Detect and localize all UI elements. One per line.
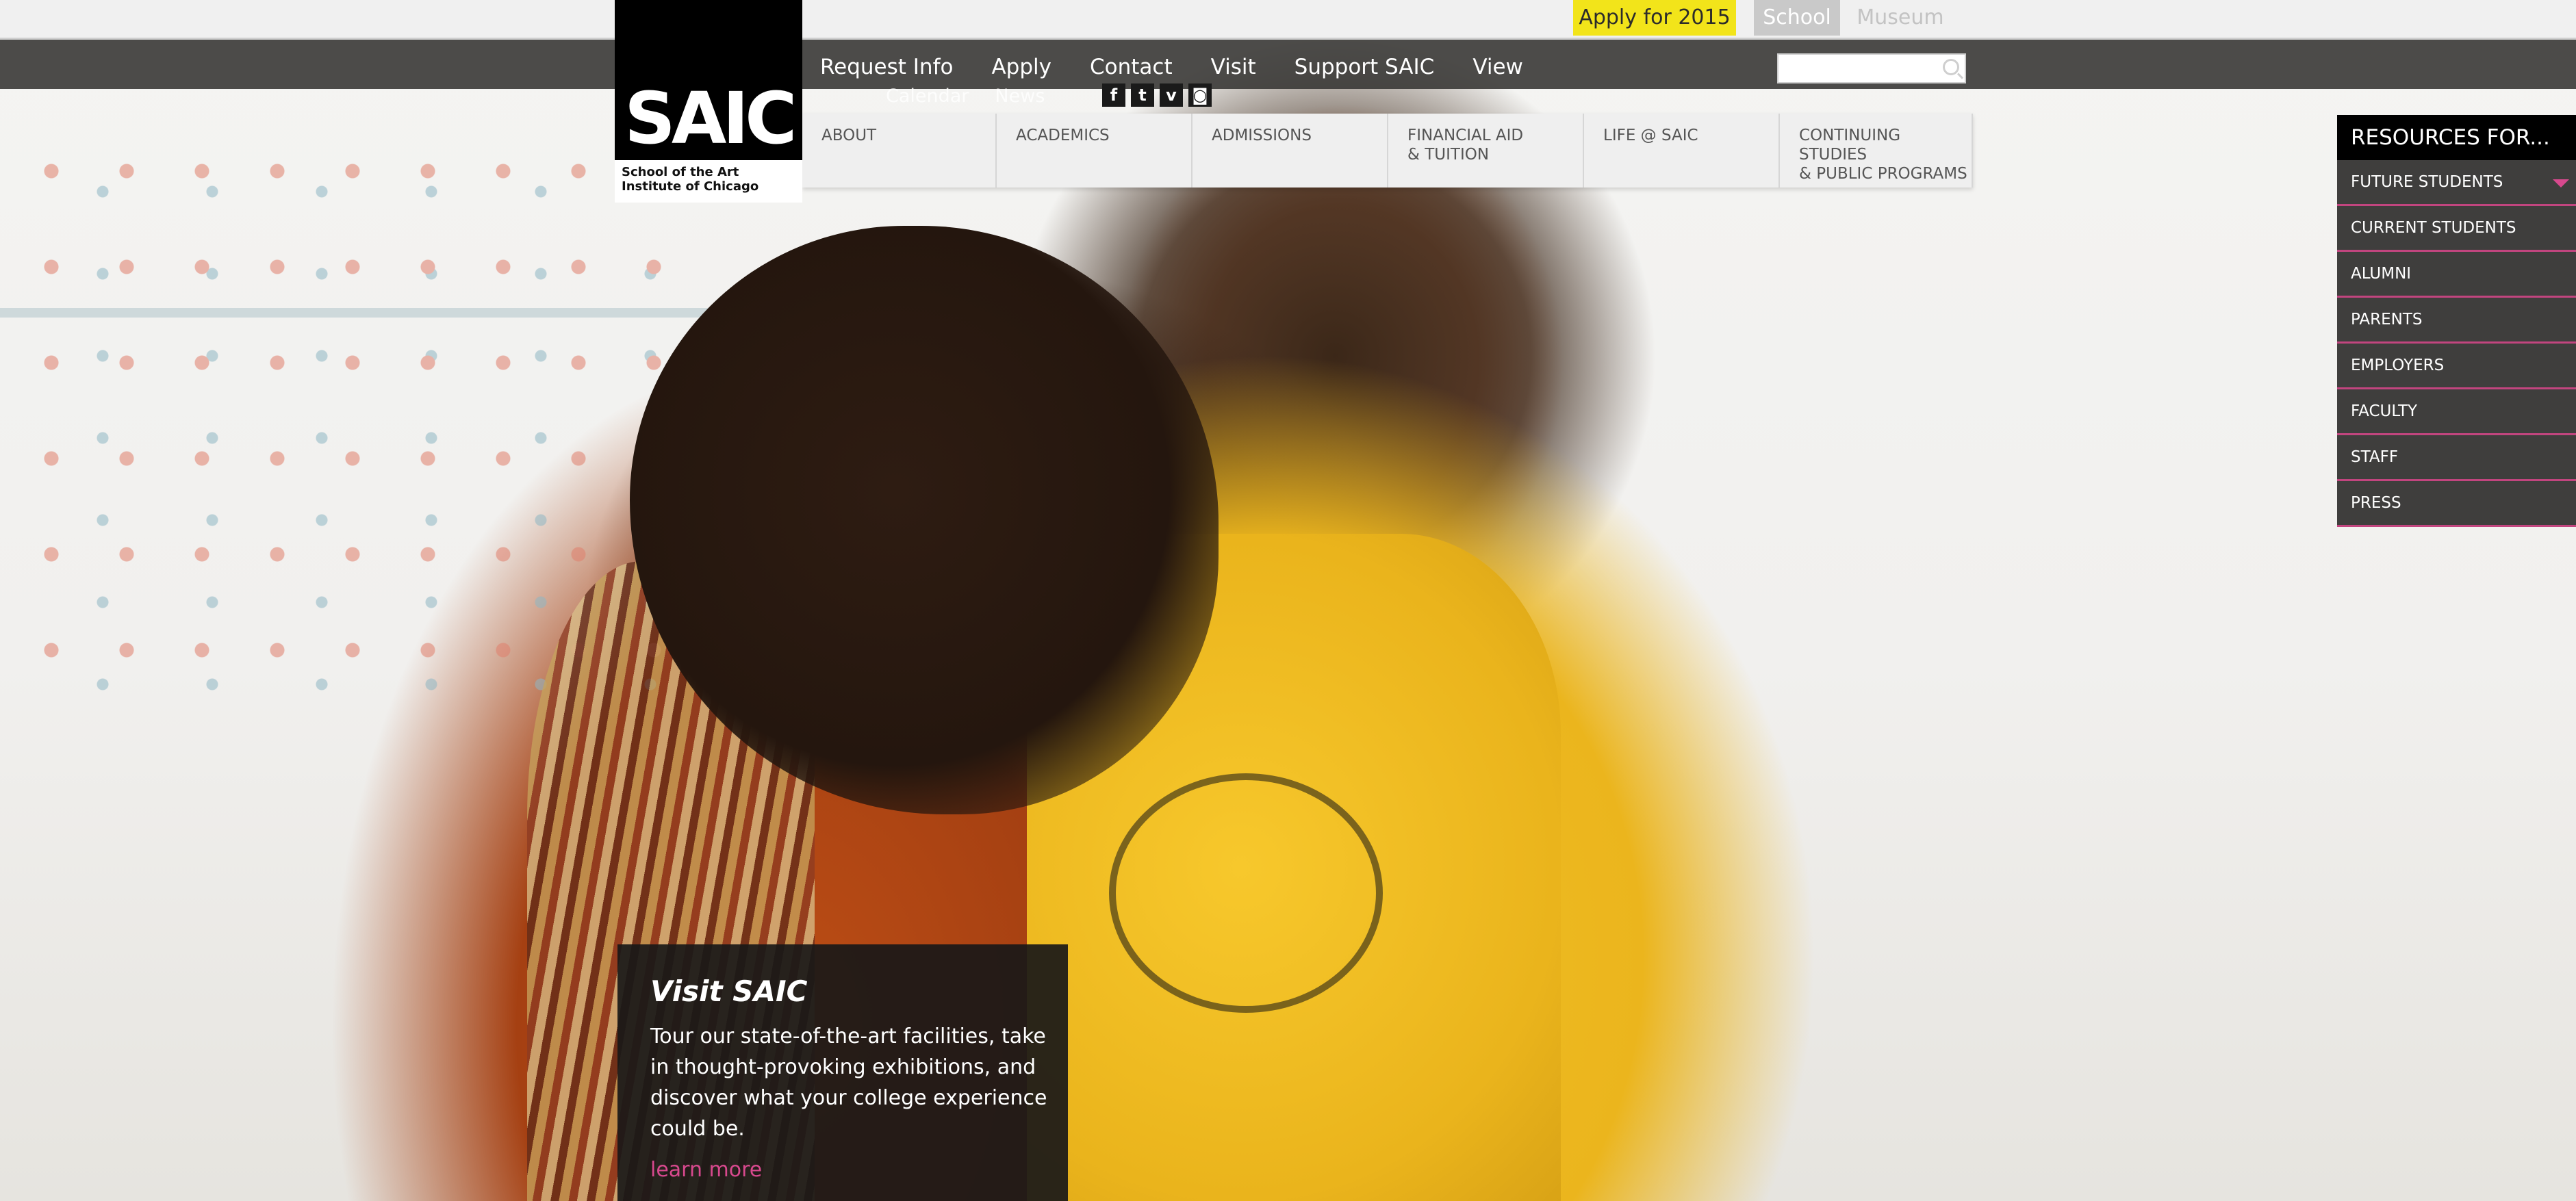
nav-request-info[interactable]: Request Info (820, 52, 953, 82)
resource-future-students[interactable]: FUTURE STUDENTS (2337, 160, 2576, 206)
resource-employers[interactable]: EMPLOYERS (2337, 344, 2576, 389)
resource-current-students[interactable]: CURRENT STUDENTS (2337, 206, 2576, 252)
caret-down-icon (2553, 179, 2569, 188)
nav-view[interactable]: View (1472, 52, 1523, 82)
resource-staff[interactable]: STAFF (2337, 435, 2576, 481)
tshirt-print (1109, 773, 1383, 1013)
resources-title: RESOURCES FOR... (2337, 115, 2576, 160)
mega-menu: ABOUT ACADEMICS ADMISSIONS FINANCIAL AID… (802, 114, 1973, 188)
nav-news[interactable]: News (995, 86, 1045, 107)
social-links: f t v ◙ (1102, 83, 1217, 107)
secondary-nav: Calendar News (886, 82, 1071, 109)
tab-museum[interactable]: Museum (1848, 0, 1952, 36)
tab-school[interactable]: School (1754, 0, 1840, 36)
menu-admissions[interactable]: ADMISSIONS (1193, 114, 1388, 188)
feature-body: Tour our state-of-the-art facilities, ta… (650, 1024, 1047, 1141)
menu-financial-aid-tuition[interactable]: FINANCIAL AID & TUITION (1388, 114, 1584, 188)
resource-faculty[interactable]: FACULTY (2337, 389, 2576, 435)
menu-academics[interactable]: ACADEMICS (997, 114, 1193, 188)
nav-apply[interactable]: Apply (991, 52, 1051, 82)
instagram-icon[interactable]: ◙ (1188, 83, 1212, 107)
search-icon[interactable] (1943, 59, 1959, 75)
facebook-icon[interactable]: f (1102, 83, 1125, 107)
utility-bar: Apply for 2015 School Museum (0, 0, 2576, 40)
nav-contact[interactable]: Contact (1090, 52, 1173, 82)
resource-parents[interactable]: PARENTS (2337, 298, 2576, 344)
saic-logo[interactable]: SAIC School of the Art Institute of Chic… (615, 0, 802, 203)
resource-label: FUTURE STUDENTS (2351, 173, 2503, 191)
resource-press[interactable]: PRESS (2337, 481, 2576, 527)
resources-panel: RESOURCES FOR... FUTURE STUDENTS CURRENT… (2337, 115, 2576, 527)
feature-title: Visit SAIC (650, 974, 808, 1008)
twitter-icon[interactable]: t (1131, 83, 1154, 107)
logo-subtitle: School of the Art Institute of Chicago (622, 165, 759, 194)
resource-alumni[interactable]: ALUMNI (2337, 252, 2576, 298)
search-input[interactable] (1777, 53, 1966, 83)
menu-about[interactable]: ABOUT (802, 114, 997, 188)
nav-visit[interactable]: Visit (1211, 52, 1256, 82)
apply-for-2015-button[interactable]: Apply for 2015 (1573, 0, 1736, 36)
vimeo-icon[interactable]: v (1160, 83, 1183, 107)
logo-subtitle-box: School of the Art Institute of Chicago (615, 160, 802, 203)
nav-support-saic[interactable]: Support SAIC (1295, 52, 1435, 82)
learn-more-link[interactable]: learn more (650, 1158, 762, 1182)
nav-calendar[interactable]: Calendar (886, 86, 969, 107)
feature-card: Visit SAIC Tour our state-of-the-art fac… (617, 944, 1068, 1201)
menu-continuing-studies[interactable]: CONTINUING STUDIES & PUBLIC PROGRAMS (1780, 114, 1973, 188)
primary-nav: Request Info Apply Contact Visit Support… (820, 52, 1561, 82)
logo-mark: SAIC (624, 77, 797, 160)
menu-life-at-saic[interactable]: LIFE @ SAIC (1584, 114, 1780, 188)
